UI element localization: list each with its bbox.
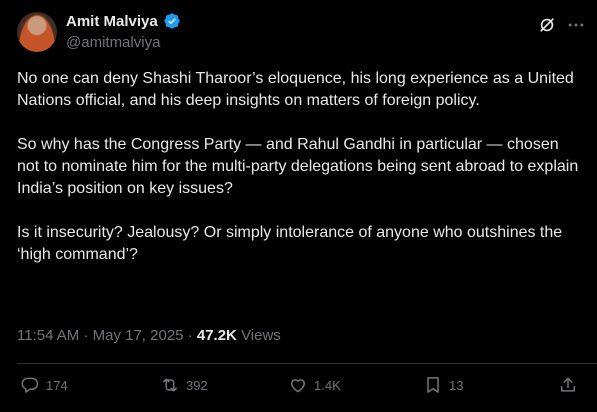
repost-button[interactable]: 392 bbox=[160, 375, 208, 395]
reply-count: 174 bbox=[46, 377, 68, 393]
tweet-time[interactable]: 11:54 AM bbox=[17, 327, 79, 344]
tweet-text: No one can deny Shashi Tharoor’s eloquen… bbox=[17, 68, 583, 288]
more-icon[interactable] bbox=[566, 15, 586, 35]
verified-badge-icon bbox=[164, 13, 180, 29]
bookmark-icon bbox=[427, 377, 439, 393]
share-icon bbox=[561, 377, 575, 392]
views-label: Views bbox=[241, 327, 281, 344]
divider bbox=[17, 363, 597, 364]
meta-separator: · bbox=[83, 327, 89, 344]
like-icon bbox=[291, 379, 305, 393]
repost-icon bbox=[163, 378, 177, 392]
views-count: 47.2K bbox=[196, 327, 237, 344]
like-button[interactable]: 1.4K bbox=[288, 375, 341, 395]
avatar[interactable] bbox=[17, 12, 57, 52]
reply-button[interactable]: 174 bbox=[20, 375, 68, 395]
grok-icon[interactable] bbox=[537, 15, 557, 35]
author-display-name[interactable]: Amit Malviya bbox=[66, 13, 158, 30]
author-handle[interactable]: @amitmalviya bbox=[66, 34, 160, 51]
tweet-date[interactable]: May 17, 2025 bbox=[93, 327, 184, 344]
tweet-paragraph: No one can deny Shashi Tharoor’s eloquen… bbox=[17, 70, 574, 109]
like-count: 1.4K bbox=[314, 377, 341, 393]
tweet-meta: 11:54 AM · May 17, 2025 · 47.2K Views bbox=[17, 327, 281, 344]
tweet-paragraph: So why has the Congress Party — and Rahu… bbox=[17, 136, 579, 197]
bookmark-count: 13 bbox=[449, 377, 464, 393]
tweet-paragraph: Is it insecurity? Jealousy? Or simply in… bbox=[17, 224, 563, 263]
bookmark-button[interactable]: 13 bbox=[423, 375, 463, 395]
repost-count: 392 bbox=[186, 377, 208, 393]
share-button[interactable] bbox=[558, 375, 578, 395]
author-name-row: Amit Malviya bbox=[66, 12, 181, 30]
reply-icon bbox=[21, 377, 39, 393]
tweet-card: Amit Malviya @amitmalviya No one can den… bbox=[0, 0, 597, 412]
meta-separator: · bbox=[187, 327, 193, 344]
